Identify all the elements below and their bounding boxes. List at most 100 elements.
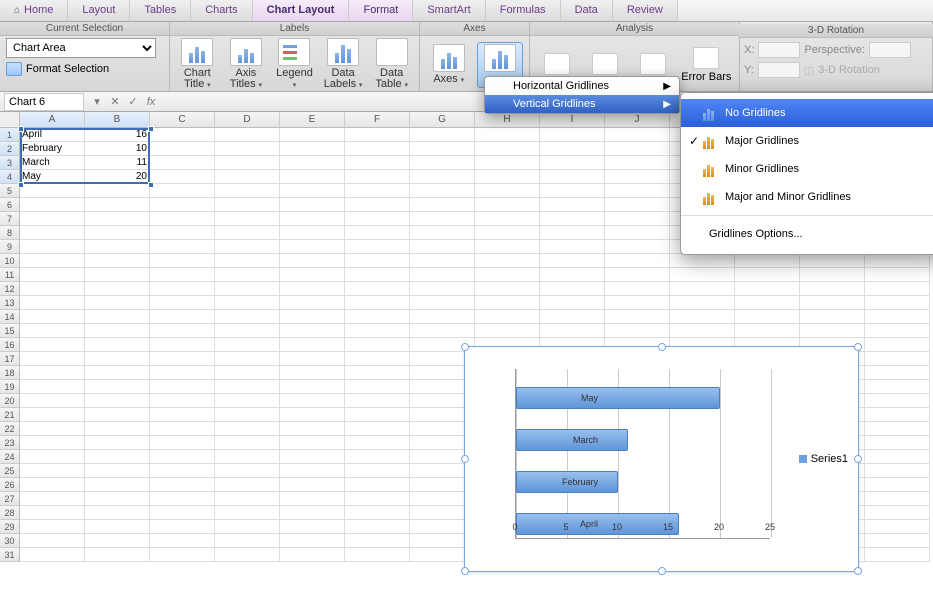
cell[interactable] (475, 282, 540, 296)
cell[interactable] (540, 184, 605, 198)
cell[interactable]: 20 (85, 170, 150, 184)
row-header[interactable]: 15 (0, 324, 20, 338)
chart-title-button[interactable]: Chart Title ▾ (176, 38, 219, 91)
cell[interactable] (540, 254, 605, 268)
chart-element-select[interactable]: Chart Area (6, 38, 156, 58)
selection-handle[interactable] (148, 126, 154, 132)
cell[interactable] (20, 352, 85, 366)
cell[interactable] (85, 492, 150, 506)
legend-button[interactable]: Legend ▾ (273, 38, 316, 91)
chart-object[interactable]: Series1 0510152025MayMarchFebruaryApril (464, 346, 859, 572)
cell[interactable] (475, 226, 540, 240)
cell[interactable] (215, 268, 280, 282)
cell[interactable] (865, 352, 930, 366)
cell[interactable] (150, 226, 215, 240)
cell[interactable] (345, 198, 410, 212)
cell[interactable] (540, 310, 605, 324)
format-selection-button[interactable]: Format Selection (6, 62, 163, 76)
cell[interactable] (215, 408, 280, 422)
tab-smartart[interactable]: SmartArt (413, 0, 485, 21)
cell[interactable] (345, 534, 410, 548)
cell[interactable] (85, 324, 150, 338)
cell[interactable] (150, 548, 215, 562)
cell[interactable]: April (20, 128, 85, 142)
row-header[interactable]: 4 (0, 170, 20, 184)
cell[interactable] (280, 142, 345, 156)
cell[interactable] (85, 296, 150, 310)
cell[interactable] (865, 254, 930, 268)
cell[interactable] (150, 212, 215, 226)
cell[interactable]: May (20, 170, 85, 184)
cell[interactable] (85, 184, 150, 198)
cell[interactable] (85, 548, 150, 562)
cell[interactable] (735, 296, 800, 310)
cell[interactable] (540, 268, 605, 282)
cell[interactable] (85, 436, 150, 450)
cell[interactable] (280, 170, 345, 184)
column-header[interactable]: C (150, 112, 215, 128)
row-header[interactable]: 31 (0, 548, 20, 562)
cell[interactable] (865, 436, 930, 450)
cell[interactable] (865, 534, 930, 548)
cell[interactable] (865, 520, 930, 534)
resize-handle[interactable] (658, 567, 666, 575)
cell[interactable] (85, 422, 150, 436)
cell[interactable] (280, 184, 345, 198)
cell[interactable] (150, 492, 215, 506)
resize-handle[interactable] (461, 455, 469, 463)
cell[interactable] (605, 310, 670, 324)
cell[interactable] (150, 310, 215, 324)
menu-item-no-gridlines[interactable]: No Gridlines (681, 99, 933, 127)
row-header[interactable]: 11 (0, 268, 20, 282)
cell[interactable] (215, 450, 280, 464)
trendline-button[interactable] (536, 53, 578, 77)
cell[interactable] (20, 422, 85, 436)
cell[interactable] (865, 548, 930, 562)
cell[interactable] (475, 254, 540, 268)
data-table-button[interactable]: Data Table ▾ (370, 38, 413, 91)
cell[interactable] (85, 450, 150, 464)
cell[interactable] (800, 282, 865, 296)
chart-bar[interactable] (516, 387, 720, 409)
cell[interactable] (20, 506, 85, 520)
cell[interactable] (345, 464, 410, 478)
cell[interactable] (735, 310, 800, 324)
cell[interactable] (865, 394, 930, 408)
row-header[interactable]: 30 (0, 534, 20, 548)
cell[interactable] (475, 324, 540, 338)
cell[interactable] (735, 282, 800, 296)
cell[interactable] (150, 254, 215, 268)
cell[interactable] (215, 436, 280, 450)
cell[interactable] (280, 212, 345, 226)
cell[interactable] (605, 240, 670, 254)
cell[interactable] (735, 268, 800, 282)
cell[interactable] (865, 338, 930, 352)
row-header[interactable]: 26 (0, 478, 20, 492)
cell[interactable] (345, 184, 410, 198)
cell[interactable] (215, 198, 280, 212)
cell[interactable] (85, 408, 150, 422)
cell[interactable] (410, 324, 475, 338)
cell[interactable] (280, 464, 345, 478)
cell[interactable] (280, 324, 345, 338)
cell[interactable] (540, 142, 605, 156)
cell[interactable] (150, 450, 215, 464)
cell[interactable] (345, 142, 410, 156)
row-header[interactable]: 3 (0, 156, 20, 170)
row-header[interactable]: 17 (0, 352, 20, 366)
cell[interactable] (540, 240, 605, 254)
column-header[interactable]: A (20, 112, 85, 128)
row-header[interactable]: 12 (0, 282, 20, 296)
row-header[interactable]: 9 (0, 240, 20, 254)
cell[interactable]: March (20, 156, 85, 170)
cell[interactable] (215, 534, 280, 548)
cell[interactable] (20, 394, 85, 408)
cell[interactable] (475, 268, 540, 282)
cell[interactable] (410, 254, 475, 268)
row-header[interactable]: 1 (0, 128, 20, 142)
cell[interactable] (800, 296, 865, 310)
cell[interactable] (475, 240, 540, 254)
cell[interactable] (215, 240, 280, 254)
tab-chart-layout[interactable]: Chart Layout (253, 0, 350, 21)
cell[interactable] (280, 506, 345, 520)
